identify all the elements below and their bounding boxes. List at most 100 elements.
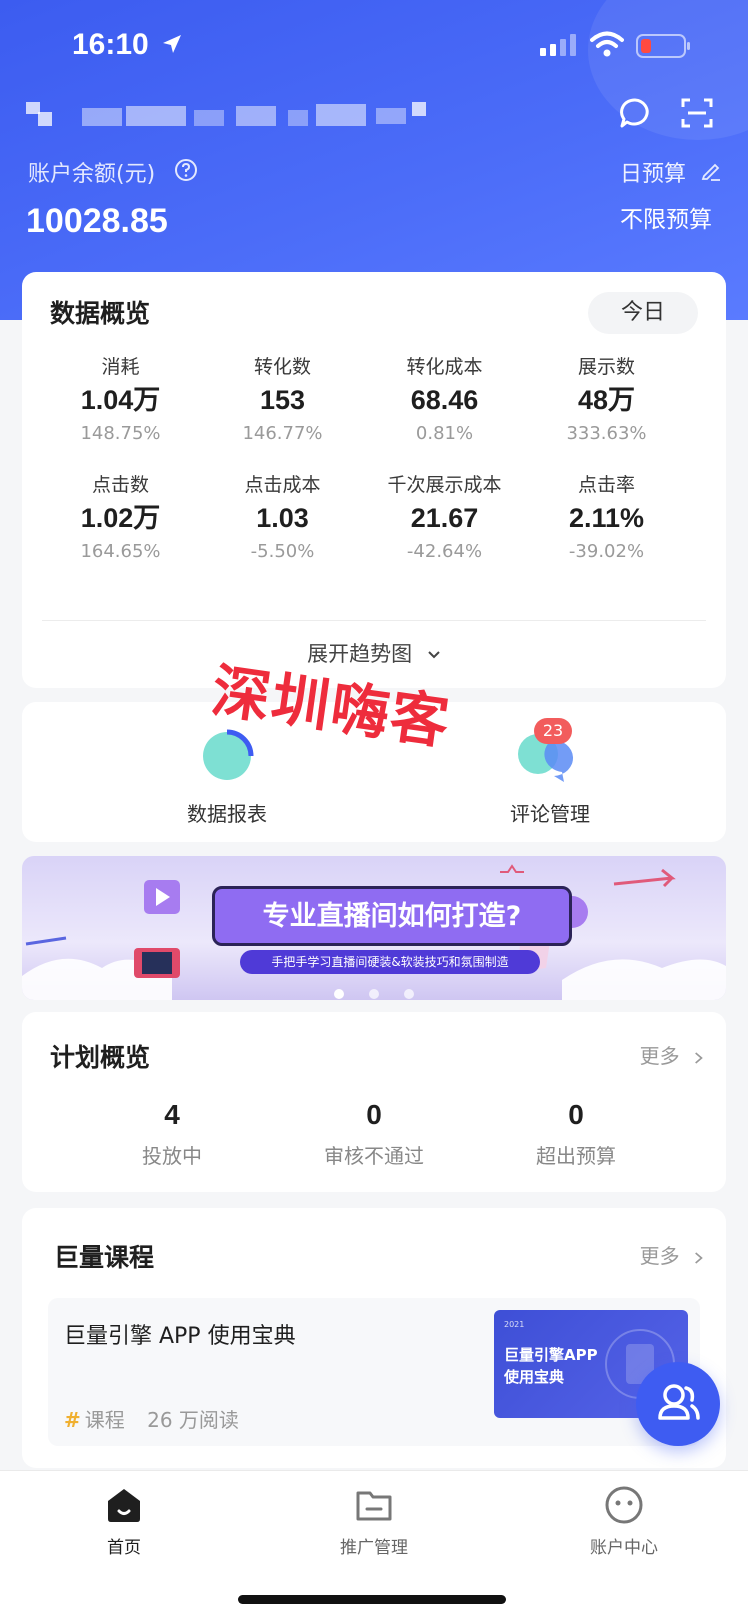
period-select-button[interactable]: 今日 [588,292,698,334]
plans-more-link[interactable]: 更多 [640,1040,704,1069]
home-indicator [238,1595,506,1604]
stat-label: 审核不通过 [324,1144,424,1168]
metric-change: 148.75% [80,423,161,444]
plan-stat-over-budget[interactable]: 0 超出预算 [486,1094,666,1169]
metric-conversion-cost[interactable]: 转化成本 68.46 0.81% [362,352,527,448]
data-overview-card: 数据概览 今日 消耗 1.04万 148.75% 转化数 153 146.77%… [22,272,726,688]
stat-label: 超出预算 [536,1144,616,1168]
chevron-right-icon [695,1251,703,1264]
daily-budget-value[interactable]: 不限预算 [620,200,712,234]
daily-budget-label: 日预算 [620,162,687,187]
carousel-dot[interactable] [369,989,379,999]
banner-headline: 专业直播间如何打造? [212,886,572,946]
metric-cpm[interactable]: 千次展示成本 21.67 -42.64% [362,470,527,566]
course-reads: 26 万阅读 [147,1408,239,1432]
thumbnail-year: 2021 [504,1320,525,1329]
tab-label: 首页 [107,1538,141,1558]
metric-value: 153 [259,385,306,415]
metric-ctr[interactable]: 点击率 2.11% -39.02% [524,470,689,566]
metric-label: 转化数 [253,356,311,378]
metric-value: 1.02万 [80,503,161,533]
metric-label: 点击率 [577,474,635,496]
smiley-face-icon [605,1486,643,1524]
more-label: 更多 [639,1244,680,1268]
courses-more-link[interactable]: 更多 [640,1240,704,1269]
location-arrow-icon [163,35,181,53]
data-report-label: 数据报表 [187,802,267,826]
metric-value: 48万 [577,385,636,415]
metric-value: 1.04万 [80,385,161,415]
stat-label: 投放中 [142,1144,202,1168]
chevron-down-icon [428,651,440,659]
unread-comments-badge: 23 [534,718,572,744]
metric-change: 0.81% [415,423,474,444]
metric-label: 点击数 [91,474,149,496]
stat-value: 0 [568,1099,584,1130]
more-label: 更多 [639,1044,680,1068]
balance-value: 10028.85 [26,202,168,240]
cellular-signal-icon [540,34,576,56]
plans-title: 计划概览 [50,1043,151,1072]
scan-icon[interactable] [680,96,714,130]
comment-management-label: 评论管理 [510,802,590,826]
status-bar: 16:10 [0,26,748,66]
message-icon[interactable] [618,96,652,130]
metric-conversions[interactable]: 转化数 153 146.77% [200,352,365,448]
metric-label: 展示数 [577,356,635,378]
tab-promotion-management[interactable]: 推广管理 [294,1485,454,1558]
carousel-dot[interactable] [333,989,344,999]
metric-click-cost[interactable]: 点击成本 1.03 -5.50% [200,470,365,566]
customer-service-button[interactable] [636,1362,720,1446]
thumbnail-title-line: 巨量引擎APP [504,1346,598,1364]
home-icon [108,1489,140,1522]
metric-change: 333.63% [566,423,647,444]
bottom-tab-bar: 首页 推广管理 账户中心 [0,1470,748,1618]
course-tag: 课程 [84,1408,125,1432]
metric-label: 消耗 [101,356,140,378]
banner-subline: 手把手学习直播间硬装&软装技巧和氛围制造 [240,950,540,974]
help-icon[interactable] [174,158,198,182]
metric-impressions[interactable]: 展示数 48万 333.63% [524,352,689,448]
promo-banner[interactable]: 专业直播间如何打造? 手把手学习直播间硬装&软装技巧和氛围制造 [22,856,726,1000]
metric-label: 千次展示成本 [387,474,502,496]
metric-change: 146.77% [242,423,323,444]
metric-change: -5.50% [250,541,315,562]
balance-label: 账户余额(元) [28,162,156,187]
expand-trend-chart-button[interactable]: 展开趋势图 [22,638,726,668]
folder-icon [356,1491,392,1521]
metric-clicks[interactable]: 点击数 1.02万 164.65% [38,470,203,566]
metric-change: 164.65% [80,541,161,562]
stat-value: 4 [164,1099,180,1130]
plan-stat-rejected[interactable]: 0 审核不通过 [284,1094,464,1169]
course-title: 巨量引擎 APP 使用宝典 [64,1324,296,1349]
metric-value: 2.11% [568,503,645,533]
edit-icon[interactable] [700,160,722,182]
courses-card: 巨量课程 更多 巨量引擎 APP 使用宝典 # 课程 26 万阅读 2021 巨量… [22,1208,726,1468]
metric-value: 68.46 [410,385,479,415]
metric-change: -39.02% [568,541,645,562]
battery-low-icon [636,34,690,58]
carousel-dot[interactable] [404,989,415,999]
carousel-indicator [22,984,726,1000]
plan-stat-active[interactable]: 4 投放中 [82,1094,262,1169]
metric-change: -42.64% [406,541,483,562]
data-report-icon [203,729,254,780]
metric-spend[interactable]: 消耗 1.04万 148.75% [38,352,203,448]
people-icon [658,1384,700,1420]
hashtag-icon: # [64,1408,81,1432]
overview-title: 数据概览 [50,299,151,328]
tab-account-center[interactable]: 账户中心 [544,1485,704,1558]
course-meta: # 课程 26 万阅读 [64,1404,239,1433]
tab-label: 推广管理 [340,1538,408,1558]
metric-label: 转化成本 [406,356,483,378]
metric-value: 21.67 [410,503,479,533]
courses-title: 巨量课程 [54,1243,155,1272]
account-name-pixelated [26,98,426,132]
status-time: 16:10 [72,28,149,61]
course-item[interactable]: 巨量引擎 APP 使用宝典 # 课程 26 万阅读 2021 巨量引擎APP 使用… [48,1298,700,1446]
wifi-icon [590,31,624,57]
tab-home[interactable]: 首页 [44,1485,204,1558]
thumbnail-title: 巨量引擎APP 使用宝典 [504,1344,598,1388]
divider [42,620,706,621]
thumbnail-title-line: 使用宝典 [504,1368,565,1386]
